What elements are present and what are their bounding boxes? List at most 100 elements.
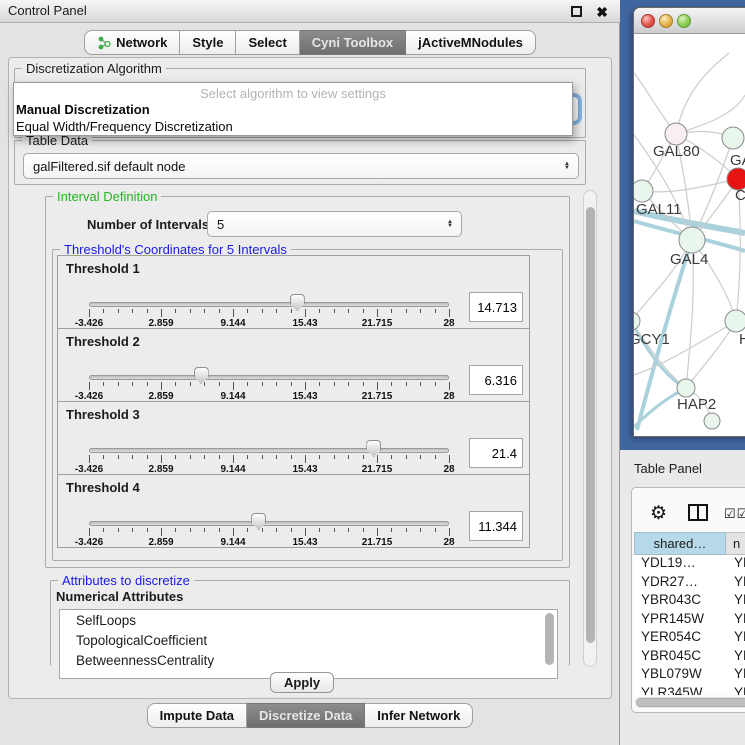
threshold-slider[interactable]: -3.4262.8599.14415.4321.71528 <box>89 402 449 476</box>
threshold-slider[interactable]: -3.4262.8599.14415.4321.71528 <box>89 256 449 330</box>
threshold-panel: Threshold 1 -3.4262.8599.14415.4321.7152… <box>57 255 530 329</box>
right-column: GAL80GACGAL11GAL4GCY1HHAP2 Table Panel ⚙… <box>620 0 745 745</box>
tab-infer-network[interactable]: Infer Network <box>365 703 473 728</box>
tab-discretize-data[interactable]: Discretize Data <box>247 703 365 728</box>
axis-tick-label: 21.715 <box>362 537 393 548</box>
number-of-intervals-combobox[interactable]: 5 ▲▼ <box>207 211 462 237</box>
slider-ticks <box>89 382 449 390</box>
cell-shared-name[interactable]: YBR043C <box>634 592 726 611</box>
table-data-group: Table Data galFiltered.sif default node … <box>14 140 586 185</box>
cell-name[interactable]: YBR0 <box>726 648 745 667</box>
table-row[interactable]: YDL19…YDL1 <box>634 555 745 574</box>
window-title: Control Panel <box>8 0 87 22</box>
network-node-label: C <box>735 187 745 204</box>
table-row[interactable]: YDR27…YDR2 <box>634 574 745 593</box>
tab-select[interactable]: Select <box>236 30 299 55</box>
cell-shared-name[interactable]: YER054C <box>634 629 726 648</box>
attribute-list-item[interactable]: SelfLoops <box>60 610 557 630</box>
network-node[interactable] <box>722 127 744 149</box>
apply-button[interactable]: Apply <box>270 672 334 693</box>
cell-name[interactable]: YDL1 <box>726 555 745 574</box>
cell-shared-name[interactable]: YDR27… <box>634 574 726 593</box>
tab-cyni-toolbox[interactable]: Cyni Toolbox <box>300 30 406 55</box>
table-row[interactable]: YBR045CYBR0 <box>634 648 745 667</box>
table-row[interactable]: YPR145WYPR1 <box>634 611 745 630</box>
tab-impute-data[interactable]: Impute Data <box>147 703 247 728</box>
scrollbar-thumb[interactable] <box>586 207 595 643</box>
tab-network[interactable]: Network <box>84 30 180 55</box>
close-icon[interactable]: ✖ <box>596 1 608 23</box>
numerical-attributes-list[interactable]: SelfLoopsTopologicalCoefficientBetweenne… <box>59 609 558 679</box>
cell-shared-name[interactable]: YBL079W <box>634 666 726 685</box>
cell-shared-name[interactable]: YBR045C <box>634 648 726 667</box>
number-of-intervals-value: 5 <box>217 217 224 232</box>
checkbox-icons[interactable]: ☑☑ <box>724 506 745 522</box>
cell-name[interactable]: YER0 <box>726 629 745 648</box>
float-window-icon[interactable] <box>571 6 582 17</box>
cell-shared-name[interactable]: YDL19… <box>634 555 726 574</box>
control-panel-titlebar: Control Panel ✖ <box>0 0 620 23</box>
scrollbar-thumb[interactable] <box>636 698 745 707</box>
network-node[interactable] <box>677 379 695 397</box>
tab-style[interactable]: Style <box>180 30 236 55</box>
network-node[interactable] <box>725 310 745 332</box>
threshold-value-field[interactable] <box>469 292 523 322</box>
threshold-value-field[interactable] <box>469 511 523 541</box>
network-icon <box>97 36 111 50</box>
cell-name[interactable]: YDR2 <box>726 574 745 593</box>
panel-vertical-scrollbar[interactable] <box>583 190 597 667</box>
cell-name[interactable]: YBR0 <box>726 592 745 611</box>
network-node[interactable] <box>679 227 705 253</box>
slider-track[interactable] <box>89 448 449 453</box>
network-node[interactable] <box>634 312 640 330</box>
network-canvas[interactable]: GAL80GACGAL11GAL4GCY1HHAP2 <box>634 35 745 438</box>
popup-item-manual-discretization[interactable]: Manual Discretization <box>16 102 150 117</box>
network-node-label: GAL4 <box>670 251 708 268</box>
cell-shared-name[interactable]: YLR345W <box>634 685 726 696</box>
tab-jactivemnodules[interactable]: jActiveMNodules <box>406 30 536 55</box>
table-row[interactable]: YER054CYER0 <box>634 629 745 648</box>
cell-shared-name[interactable]: YPR145W <box>634 611 726 630</box>
network-node-label: H <box>739 331 745 348</box>
minimize-traffic-light-icon[interactable] <box>659 14 673 28</box>
slider-track[interactable] <box>89 521 449 526</box>
table-row[interactable]: YLR345WYLR3 <box>634 685 745 696</box>
network-node[interactable] <box>665 123 687 145</box>
threshold-value-field[interactable] <box>469 365 523 395</box>
slider-axis-labels: -3.4262.8599.14415.4321.71528 <box>89 537 449 549</box>
threshold-value-field[interactable] <box>469 438 523 468</box>
slider-ticks <box>89 309 449 317</box>
slider-track[interactable] <box>89 302 449 307</box>
network-node-label: GAL80 <box>653 143 700 160</box>
column-header-name[interactable]: n <box>726 532 745 555</box>
table-row[interactable]: YBL079WYBL0 <box>634 666 745 685</box>
gear-icon[interactable]: ⚙ <box>650 502 667 525</box>
column-header-shared-name[interactable]: shared… <box>634 532 726 555</box>
network-node[interactable] <box>634 180 653 202</box>
numerical-attributes-label: Numerical Attributes <box>56 589 183 604</box>
table-row[interactable]: YBR043CYBR0 <box>634 592 745 611</box>
table-horizontal-scrollbar[interactable] <box>635 697 745 708</box>
cell-name[interactable]: YPR1 <box>726 611 745 630</box>
interval-definition-legend: Interval Definition <box>53 189 161 204</box>
attribute-list-item[interactable]: BetweennessCentrality <box>60 650 557 670</box>
table-data-combobox[interactable]: galFiltered.sif default node ▲▼ <box>23 153 579 179</box>
threshold-slider[interactable]: -3.4262.8599.14415.4321.71528 <box>89 329 449 403</box>
threshold-slider[interactable]: -3.4262.8599.14415.4321.71528 <box>89 475 449 549</box>
tab-select-label: Select <box>248 35 286 50</box>
close-traffic-light-icon[interactable] <box>641 14 655 28</box>
table-panel-title: Table Panel <box>634 461 702 476</box>
popup-item-equal-width-frequency[interactable]: Equal Width/Frequency Discretization <box>16 119 233 134</box>
attribute-list-item[interactable]: TopologicalCoefficient <box>60 630 557 650</box>
axis-tick-label: -3.426 <box>75 537 103 548</box>
split-pane-icon[interactable] <box>688 504 708 521</box>
tab-discretize-data-label: Discretize Data <box>259 708 352 723</box>
list-scrollbar[interactable] <box>545 613 554 665</box>
slider-track[interactable] <box>89 375 449 380</box>
zoom-traffic-light-icon[interactable] <box>677 14 691 28</box>
cell-name[interactable]: YBL0 <box>726 666 745 685</box>
cell-name[interactable]: YLR3 <box>726 685 745 696</box>
attributes-legend: Attributes to discretize <box>58 573 194 588</box>
popup-prompt-item[interactable]: Select algorithm to view settings <box>14 86 572 101</box>
network-node[interactable] <box>704 413 720 429</box>
